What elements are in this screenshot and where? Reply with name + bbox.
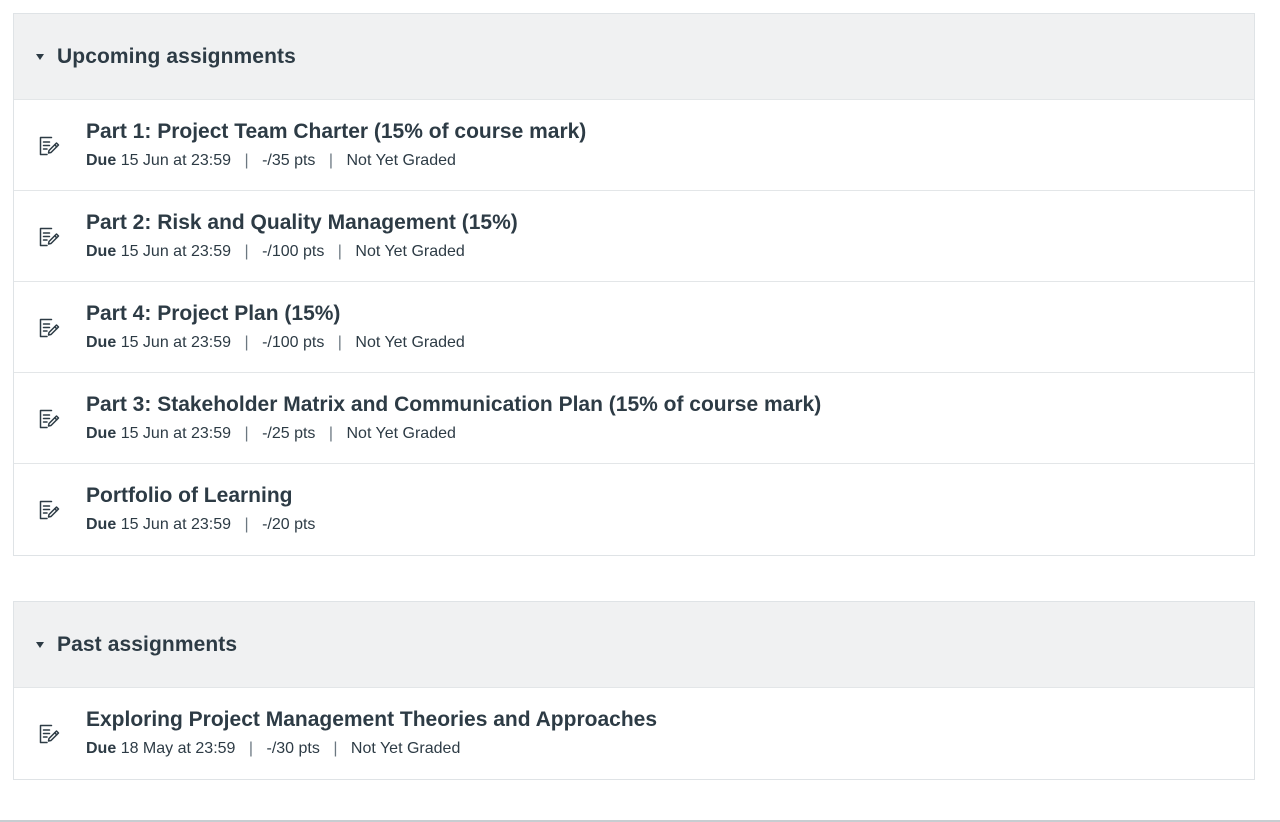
points: -/25 pts (262, 425, 316, 442)
points: -/35 pts (262, 152, 316, 169)
past-assignments-group: Past assignments Exploring Project Manag… (13, 601, 1255, 780)
assignment-row[interactable]: Portfolio of Learning Due 15 Jun at 23:5… (14, 464, 1254, 555)
separator: | (244, 152, 249, 169)
past-assignments-header[interactable]: Past assignments (14, 602, 1254, 688)
assignment-meta: Due 15 Jun at 23:59 | -/100 pts | Not Ye… (86, 334, 465, 352)
separator: | (328, 425, 334, 442)
separator: | (333, 740, 338, 757)
grading-status: Not Yet Graded (346, 425, 456, 442)
grading-status: Not Yet Graded (350, 740, 461, 757)
assignment-title-link[interactable]: Portfolio of Learning (86, 484, 292, 508)
assignment-meta: Due 15 Jun at 23:59 | -/100 pts | Not Ye… (86, 243, 465, 261)
separator: | (248, 740, 254, 757)
group-title: Upcoming assignments (57, 44, 296, 68)
assignment-row[interactable]: Part 3: Stakeholder Matrix and Communica… (14, 373, 1254, 464)
due-label: Due (86, 425, 117, 442)
separator: | (328, 152, 334, 169)
assignment-meta: Due 15 Jun at 23:59 | -/20 pts (86, 516, 315, 534)
assignment-title-link[interactable]: Exploring Project Management Theories an… (86, 708, 657, 732)
points: -/30 pts (266, 740, 320, 757)
assignment-icon (37, 722, 61, 746)
separator: | (244, 243, 249, 260)
due-date: 18 May at 23:59 (120, 740, 236, 757)
assignment-title-link[interactable]: Part 3: Stakeholder Matrix and Communica… (86, 393, 821, 417)
due-label: Due (86, 516, 117, 533)
upcoming-assignments-header[interactable]: Upcoming assignments (14, 14, 1254, 100)
assignment-icon (37, 316, 61, 340)
points: -/100 pts (262, 243, 325, 260)
assignment-meta: Due 15 Jun at 23:59 | -/25 pts | Not Yet… (86, 425, 456, 443)
assignment-icon (37, 225, 61, 249)
due-label: Due (86, 740, 117, 757)
due-label: Due (86, 334, 117, 351)
assignment-row[interactable]: Part 1: Project Team Charter (15% of cou… (14, 100, 1254, 191)
due-date: 15 Jun at 23:59 (120, 425, 231, 442)
assignment-row[interactable]: Part 2: Risk and Quality Management (15%… (14, 191, 1254, 282)
assignment-title-link[interactable]: Part 2: Risk and Quality Management (15%… (86, 211, 518, 235)
due-label: Due (86, 243, 117, 260)
points: -/100 pts (262, 334, 325, 351)
points: -/20 pts (262, 516, 316, 533)
assignment-title-link[interactable]: Part 4: Project Plan (15%) (86, 302, 340, 326)
due-date: 15 Jun at 23:59 (120, 243, 231, 260)
assignment-row[interactable]: Part 4: Project Plan (15%) Due 15 Jun at… (14, 282, 1254, 373)
upcoming-list: Part 1: Project Team Charter (15% of cou… (14, 100, 1254, 555)
caret-down-icon (36, 54, 44, 60)
assignment-meta: Due 18 May at 23:59 | -/30 pts | Not Yet… (86, 740, 460, 758)
separator: | (244, 334, 249, 351)
upcoming-assignments-group: Upcoming assignments Part 1: Project Tea… (13, 13, 1255, 556)
separator: | (244, 516, 249, 533)
due-label: Due (86, 152, 117, 169)
assignment-icon (37, 407, 61, 431)
separator: | (337, 243, 342, 260)
grading-status: Not Yet Graded (355, 334, 465, 351)
past-list: Exploring Project Management Theories an… (14, 688, 1254, 779)
grading-status: Not Yet Graded (355, 243, 465, 260)
assignment-icon (37, 498, 61, 522)
assignment-meta: Due 15 Jun at 23:59 | -/35 pts | Not Yet… (86, 152, 456, 170)
group-title: Past assignments (57, 632, 238, 656)
separator: | (244, 425, 249, 442)
due-date: 15 Jun at 23:59 (120, 152, 231, 169)
assignment-row[interactable]: Exploring Project Management Theories an… (14, 688, 1254, 779)
assignment-title-link[interactable]: Part 1: Project Team Charter (15% of cou… (86, 120, 586, 144)
grading-status: Not Yet Graded (346, 152, 456, 169)
assignments-page: Upcoming assignments Part 1: Project Tea… (0, 0, 1280, 822)
separator: | (337, 334, 342, 351)
due-date: 15 Jun at 23:59 (120, 516, 231, 533)
caret-down-icon (36, 642, 44, 648)
assignment-icon (37, 134, 61, 158)
due-date: 15 Jun at 23:59 (120, 334, 231, 351)
